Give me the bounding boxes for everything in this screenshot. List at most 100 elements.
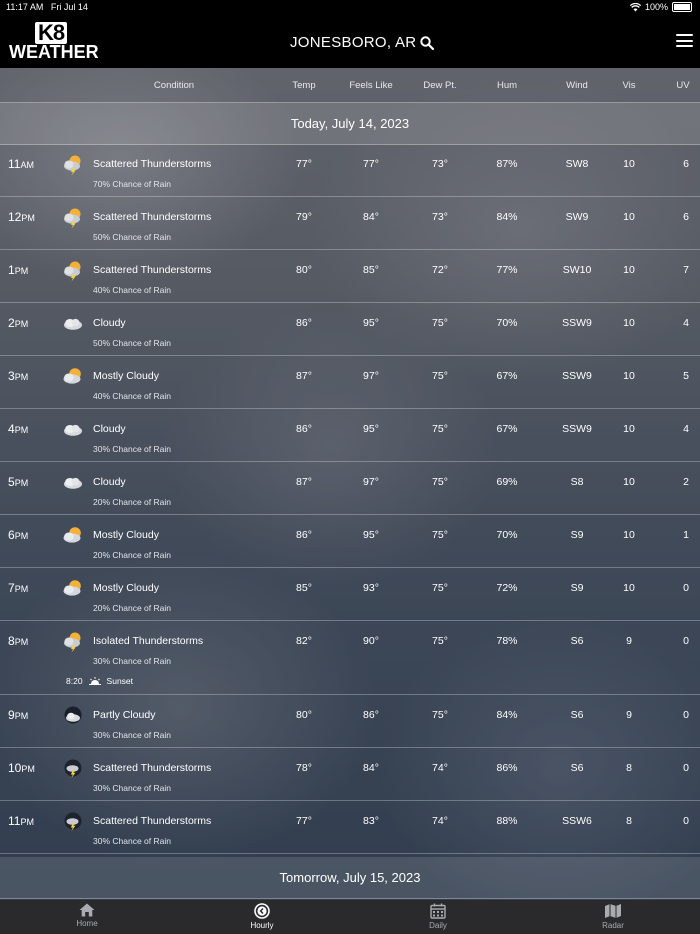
col-feels-like: Feels Like [349, 80, 393, 91]
hour-label: 6PM [8, 528, 29, 542]
humidity-value: 87% [496, 158, 518, 170]
visibility-value: 9 [626, 635, 632, 647]
wind-value: S6 [570, 762, 584, 774]
uv-value: 7 [683, 264, 689, 276]
search-icon[interactable] [420, 35, 435, 50]
condition-text: Mostly Cloudy [93, 582, 159, 594]
uv-value: 4 [683, 317, 689, 329]
feels-like-value: 86° [363, 709, 379, 721]
rain-chance: 40% Chance of Rain [93, 391, 171, 401]
hourly-row[interactable]: 9PM Partly Cloudy 30% Chance of Rain 80° 86°… [0, 695, 700, 748]
wind-value: S6 [570, 709, 584, 721]
app-header: 11:17 AM Fri Jul 14 100% K8 WEATHER JONE… [0, 0, 700, 68]
feels-like-value: 97° [363, 370, 379, 382]
cloud-icon [62, 419, 84, 441]
wind-value: S8 [570, 476, 584, 488]
visibility-value: 10 [623, 264, 635, 276]
tab-daily[interactable]: Daily [398, 903, 478, 930]
wind-value: SW9 [565, 211, 589, 223]
uv-value: 2 [683, 476, 689, 488]
dew-point-value: 73° [432, 158, 448, 170]
uv-value: 0 [683, 635, 689, 647]
dew-point-value: 75° [432, 709, 448, 721]
wind-value: SSW9 [562, 370, 592, 382]
visibility-value: 10 [623, 370, 635, 382]
dew-point-value: 75° [432, 529, 448, 541]
location-selector[interactable]: JONESBORO, AR [290, 34, 435, 51]
dew-point-value: 75° [432, 476, 448, 488]
hourly-row[interactable]: 2PM Cloudy 50% Chance of Rain 86° 95° 75° 70% S… [0, 303, 700, 356]
hourly-row[interactable]: 7PM Mostly Cloudy 20% Chance of Rain 85° 93°… [0, 568, 700, 621]
dew-point-value: 72° [432, 264, 448, 276]
hourly-list: 11AM Scattered Thunderstorms 70% Chance of… [0, 144, 700, 854]
hour-label: 5PM [8, 475, 29, 489]
hourly-row[interactable]: 10PM Scattered Thunderstorms 30% Chance of… [0, 748, 700, 801]
temp-value: 79° [296, 211, 312, 223]
col-visibility: Vis [622, 80, 636, 91]
tomorrow-date-band: Tomorrow, July 15, 2023 [0, 857, 700, 899]
rain-chance: 20% Chance of Rain [93, 603, 171, 613]
rain-chance: 20% Chance of Rain [93, 550, 171, 560]
col-dew-point: Dew Pt. [423, 80, 457, 91]
uv-value: 0 [683, 762, 689, 774]
mostly-cloudy-icon [62, 366, 84, 388]
hourly-row[interactable]: 5PM Cloudy 20% Chance of Rain 87° 97° 75° 69% S… [0, 462, 700, 515]
wind-value: S9 [570, 582, 584, 594]
hourly-row[interactable]: 8PM Isolated Thunderstorms 30% Chance of R… [0, 621, 700, 695]
sunset-label: Sunset [106, 676, 134, 686]
hourly-row[interactable]: 11AM Scattered Thunderstorms 70% Chance of… [0, 144, 700, 197]
temp-value: 87° [296, 370, 312, 382]
map-icon [605, 904, 621, 918]
hour-label: 11AM [8, 157, 34, 171]
rain-chance: 50% Chance of Rain [93, 338, 171, 348]
hourly-row[interactable]: 3PM Mostly Cloudy 40% Chance of Rain 87° 97°… [0, 356, 700, 409]
tab-hourly[interactable]: Hourly [222, 903, 302, 930]
thunderstorm-sun-icon [62, 154, 84, 176]
home-icon [79, 903, 95, 917]
column-header: Condition Temp Feels Like Dew Pt. Hum Wi… [0, 68, 700, 103]
rain-chance: 30% Chance of Rain [93, 783, 171, 793]
hourly-row[interactable]: 6PM Mostly Cloudy 20% Chance of Rain 86° 95°… [0, 515, 700, 568]
condition-text: Scattered Thunderstorms [93, 264, 212, 276]
feels-like-value: 93° [363, 582, 379, 594]
tab-home[interactable]: Home [47, 903, 127, 928]
visibility-value: 8 [626, 815, 632, 827]
thunderstorm-sun-icon [62, 631, 84, 653]
hour-label: 1PM [8, 263, 29, 277]
tab-radar[interactable]: Radar [573, 903, 653, 930]
humidity-value: 84% [496, 211, 518, 223]
hourly-row[interactable]: 12PM Scattered Thunderstorms 50% Chance of… [0, 197, 700, 250]
humidity-value: 70% [496, 317, 518, 329]
condition-text: Cloudy [93, 317, 126, 329]
visibility-value: 10 [623, 211, 635, 223]
rain-chance: 30% Chance of Rain [93, 656, 171, 666]
temp-value: 86° [296, 529, 312, 541]
uv-value: 0 [683, 709, 689, 721]
condition-text: Partly Cloudy [93, 709, 156, 721]
temp-value: 86° [296, 423, 312, 435]
rain-chance: 70% Chance of Rain [93, 179, 171, 189]
feels-like-value: 85° [363, 264, 379, 276]
sunset-time: 8:20 [66, 676, 83, 686]
mostly-cloudy-icon [62, 525, 84, 547]
humidity-value: 86% [496, 762, 518, 774]
menu-icon[interactable] [676, 34, 693, 47]
wind-value: SSW9 [562, 423, 592, 435]
hour-label: 12PM [8, 210, 35, 224]
temp-value: 80° [296, 264, 312, 276]
visibility-value: 10 [623, 158, 635, 170]
rain-chance: 40% Chance of Rain [93, 285, 171, 295]
calendar-icon [430, 903, 446, 919]
condition-text: Scattered Thunderstorms [93, 158, 212, 170]
location-label: JONESBORO, AR [290, 34, 417, 51]
thunderstorm-night-icon [62, 758, 84, 780]
k8-weather-logo[interactable]: K8 WEATHER [9, 22, 102, 63]
humidity-value: 70% [496, 529, 518, 541]
hourly-row[interactable]: 1PM Scattered Thunderstorms 40% Chance of … [0, 250, 700, 303]
hourly-row[interactable]: 4PM Cloudy 30% Chance of Rain 86° 95° 75° 67% S… [0, 409, 700, 462]
dew-point-value: 75° [432, 317, 448, 329]
hourly-row[interactable]: 11PM Scattered Thunderstorms 30% Chance of… [0, 801, 700, 854]
hour-label: 7PM [8, 581, 29, 595]
hour-label: 11PM [8, 814, 34, 828]
hour-label: 2PM [8, 316, 29, 330]
